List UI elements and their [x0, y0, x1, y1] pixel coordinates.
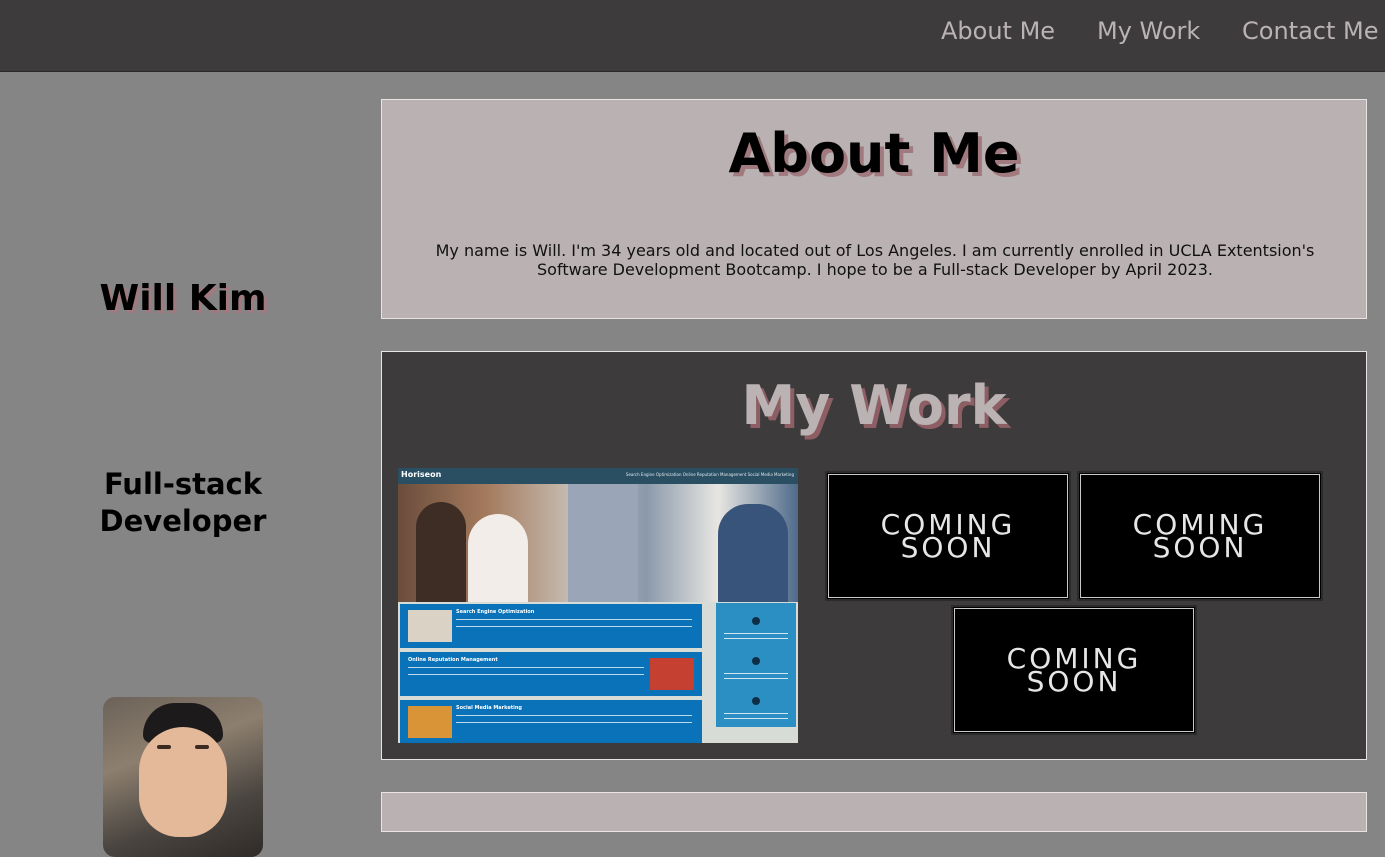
my-work-heading: My Work [741, 374, 1007, 437]
profile-role: Full-stack Developer [99, 467, 267, 538]
coming-soon-line2: SOON [1026, 665, 1122, 698]
coming-soon-line2: SOON [1152, 531, 1248, 564]
about-me-section: About Me My name is Will. I'm 34 years o… [381, 99, 1367, 319]
coming-soon-tile[interactable]: COMING SOON [1077, 471, 1323, 601]
project-screenshot-horiseon[interactable]: Horiseon Search Engine Optimization Onli… [398, 468, 798, 743]
project-menu-text: Search Engine Optimization Online Reputa… [625, 472, 794, 477]
project-logo-text: Horiseon [401, 470, 442, 479]
project-card: Search Engine Optimization [400, 604, 702, 648]
nav-link-about-me[interactable]: About Me [941, 17, 1055, 45]
coming-soon-line2: SOON [900, 531, 996, 564]
profile-name: Will Kim [99, 278, 267, 319]
contact-section [381, 792, 1367, 832]
project-card-title: Social Media Marketing [456, 705, 522, 711]
project-card: Online Reputation Management [400, 652, 702, 696]
project-hero-image [398, 484, 798, 602]
project-card-title: Search Engine Optimization [456, 609, 535, 615]
my-work-section: My Work Horiseon Search Engine Optimizat… [381, 351, 1367, 760]
about-me-text: My name is Will. I'm 34 years old and lo… [435, 241, 1315, 279]
project-card-title: Online Reputation Management [408, 657, 498, 663]
coming-soon-tile[interactable]: COMING SOON [951, 605, 1197, 735]
nav-link-contact-me[interactable]: Contact Me [1242, 17, 1378, 45]
project-card: Social Media Marketing [400, 700, 702, 743]
about-me-heading: About Me [728, 122, 1020, 185]
coming-soon-tile[interactable]: COMING SOON [825, 471, 1071, 601]
project-aside [716, 603, 796, 727]
top-navigation: About Me My Work Contact Me [0, 0, 1385, 72]
avatar [103, 697, 263, 857]
nav-link-my-work[interactable]: My Work [1097, 17, 1200, 45]
